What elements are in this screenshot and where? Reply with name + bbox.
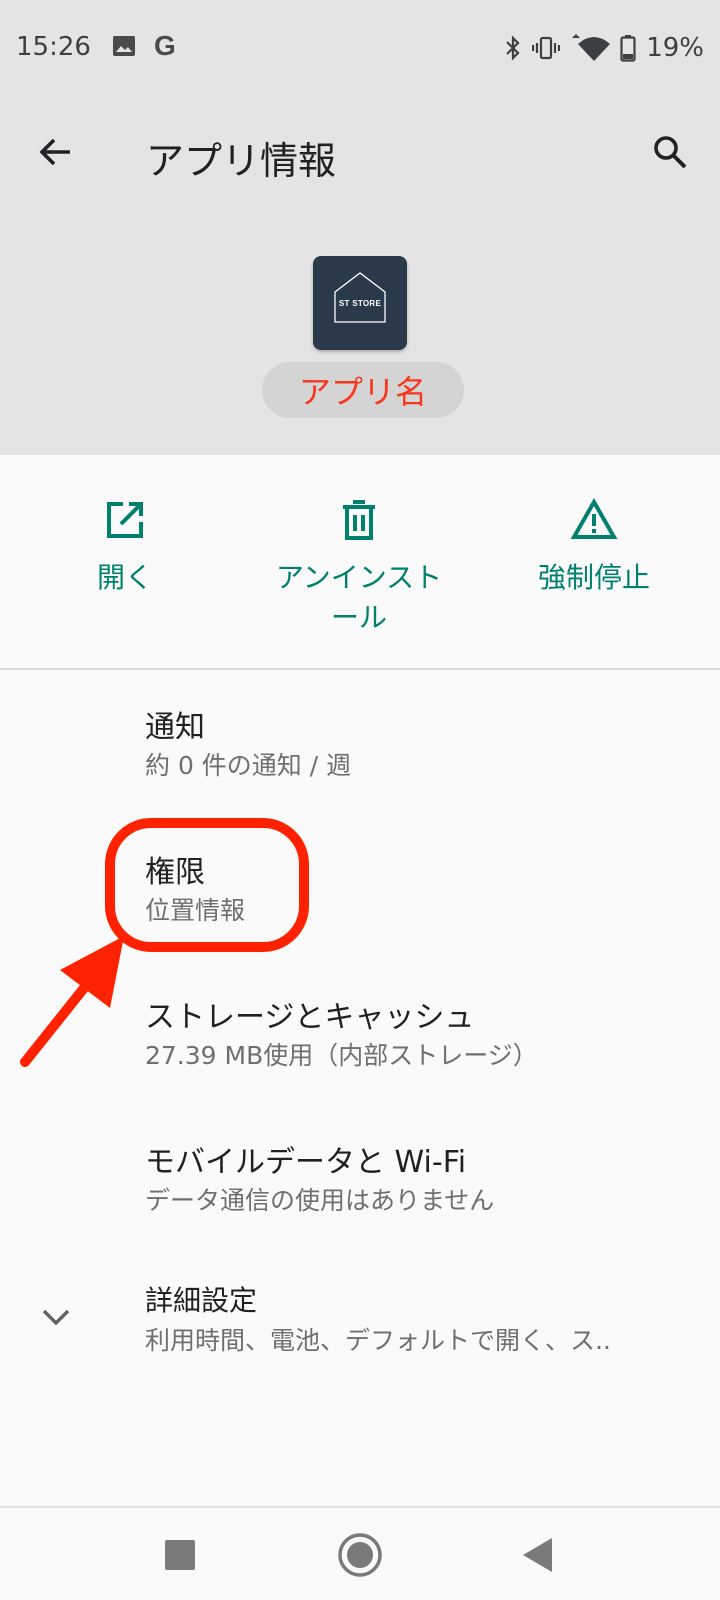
vibrate-icon	[532, 36, 561, 60]
item-subtitle: 27.39 MB使用（内部ストレージ）	[145, 1041, 538, 1070]
battery-percent: 19%	[646, 33, 704, 63]
back-triangle-icon	[523, 1538, 552, 1572]
chevron-down-icon	[42, 1309, 70, 1326]
search-icon	[654, 136, 687, 169]
app-icon-text: ST STORE	[338, 299, 382, 308]
trash-icon	[343, 500, 375, 540]
google-icon: G	[154, 30, 176, 61]
app-name-pill: アプリ名	[262, 362, 464, 418]
item-title: モバイルデータと Wi-Fi	[145, 1145, 467, 1180]
open-label: 開く	[96, 561, 153, 594]
image-icon	[113, 36, 135, 56]
page-title: アプリ情報	[146, 139, 337, 183]
settings-item-advanced[interactable]: 詳細設定 利用時間、電池、デフォルトで開く、ス..	[0, 1265, 720, 1385]
open-button[interactable]: 開く	[15, 496, 235, 598]
home-button[interactable]	[335, 1530, 385, 1580]
uninstall-button[interactable]: アンインストール	[249, 496, 469, 638]
wifi-icon	[572, 34, 611, 61]
nav-back-button[interactable]	[513, 1530, 563, 1580]
app-name: アプリ名	[298, 373, 427, 411]
settings-item-notifications[interactable]: 通知 約 0 件の通知 / 週	[0, 685, 720, 815]
home-circle-icon	[338, 1533, 382, 1577]
divider	[0, 668, 720, 670]
item-subtitle: 約 0 件の通知 / 週	[145, 751, 352, 780]
annotation-arrow-icon	[20, 936, 124, 1067]
app-icon: ST STORE	[313, 256, 407, 350]
system-nav-bar	[0, 1506, 720, 1600]
item-title: 通知	[145, 710, 205, 745]
app-bar: アプリ情報	[0, 110, 720, 194]
bluetooth-icon	[506, 35, 520, 61]
recents-button[interactable]	[155, 1530, 205, 1580]
item-subtitle: 利用時間、電池、デフォルトで開く、ス..	[145, 1326, 611, 1355]
action-buttons: 開く アンインストール 強制停止	[0, 456, 720, 669]
battery-icon	[620, 35, 636, 62]
settings-item-mobile-data[interactable]: モバイルデータと Wi-Fi データ通信の使用はありません	[0, 1120, 720, 1250]
open-external-icon	[107, 502, 143, 538]
item-title: 詳細設定	[145, 1284, 258, 1317]
status-bar: 15:26 G 19%	[0, 0, 720, 96]
status-time: 15:26	[16, 32, 91, 62]
status-icons: 19%	[504, 32, 704, 64]
uninstall-label: アンインストール	[275, 561, 443, 634]
search-button[interactable]	[642, 124, 698, 180]
force-stop-label: 強制停止	[537, 561, 650, 594]
force-stop-button[interactable]: 強制停止	[484, 496, 704, 598]
item-subtitle: データ通信の使用はありません	[145, 1186, 495, 1215]
recents-square-icon	[165, 1540, 195, 1570]
back-button[interactable]	[28, 124, 84, 180]
back-arrow-icon	[39, 138, 70, 166]
warning-icon	[570, 497, 618, 539]
item-title: ストレージとキャッシュ	[145, 1000, 475, 1035]
